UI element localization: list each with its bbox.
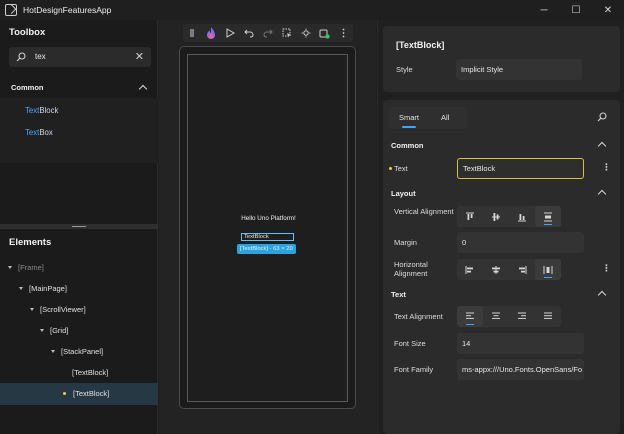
toolbox-item-textblock[interactable]: TextBlock — [25, 106, 58, 115]
style-field[interactable]: Implicit Style — [456, 59, 582, 80]
text-align-center-icon[interactable] — [483, 306, 509, 327]
tree-item-scrollviewer[interactable]: [ScrollViewer] — [30, 305, 86, 314]
expand-icon[interactable] — [40, 329, 44, 332]
tree-item-grid[interactable]: [Grid] — [40, 326, 68, 335]
align-left-icon[interactable] — [457, 259, 483, 280]
hot-design-flame-icon[interactable] — [202, 24, 221, 42]
tree-item-mainpage[interactable]: [MainPage] — [19, 284, 67, 293]
group-layout-header[interactable]: Layout — [391, 189, 416, 198]
modified-dot-icon — [389, 167, 392, 170]
preview-textblock-selected[interactable]: TextBlock — [241, 233, 294, 241]
font-size-label: Font Size — [394, 339, 426, 348]
align-bottom-icon[interactable] — [509, 206, 535, 227]
expand-icon[interactable] — [51, 350, 55, 353]
clear-search-icon[interactable]: ✕ — [135, 50, 144, 63]
section-label: Common — [11, 83, 44, 92]
tree-item-stackpanel[interactable]: [StackPanel] — [51, 347, 103, 356]
selected-dot-icon — [63, 392, 66, 395]
group-text-header[interactable]: Text — [391, 290, 406, 299]
search-input[interactable]: tex — [35, 52, 46, 61]
align-stretch-icon[interactable] — [535, 206, 561, 227]
properties-tabs: Smart All — [389, 107, 467, 129]
text-align-right-icon[interactable] — [509, 306, 535, 327]
text-align-justify-icon[interactable] — [535, 306, 561, 327]
tree-item-textblock[interactable]: [TextBlock] — [72, 368, 108, 377]
element-picker-icon[interactable] — [277, 24, 296, 42]
splitter-grip[interactable] — [72, 226, 86, 227]
property-search-icon[interactable] — [597, 112, 607, 122]
more-options-icon[interactable] — [334, 24, 353, 42]
status-icon[interactable] — [315, 24, 334, 42]
tab-active-indicator — [402, 126, 416, 128]
theme-toggle-icon[interactable] — [296, 24, 315, 42]
toolbox-section-common[interactable]: Common — [0, 78, 158, 98]
align-hstretch-icon[interactable] — [535, 259, 561, 280]
toolbox-item-textbox[interactable]: TextBox — [25, 128, 53, 137]
undo-icon[interactable] — [240, 24, 259, 42]
tree-item-frame[interactable]: [Frame] — [8, 263, 44, 272]
preview-hello-text[interactable]: Hello Uno Platform! — [188, 215, 349, 222]
horizontal-alignment-more-icon[interactable]: ⋮ — [602, 263, 611, 274]
tab-all[interactable]: All — [441, 107, 449, 129]
vertical-alignment-selector — [457, 206, 561, 227]
close-button[interactable]: ✕ — [592, 0, 624, 20]
align-right-icon[interactable] — [509, 259, 535, 280]
maximize-button[interactable]: ☐ — [560, 0, 592, 20]
app-icon — [5, 4, 17, 16]
search-icon — [16, 52, 26, 62]
panel-splitter[interactable] — [0, 224, 158, 229]
window-title: HotDesignFeaturesApp — [23, 5, 112, 15]
play-icon[interactable] — [221, 24, 240, 42]
selection-size-badge: [TextBlock] - 63 × 20 — [237, 244, 296, 254]
align-center-icon[interactable] — [483, 206, 509, 227]
expand-icon[interactable] — [8, 266, 12, 269]
left-panel: Toolbox tex ✕ Common TextBlock TextBox E… — [0, 20, 158, 434]
text-align-left-icon[interactable] — [457, 306, 483, 327]
font-family-field[interactable]: ms-appx:///Uno.Fonts.OpenSans/Fo — [457, 359, 584, 380]
title-bar: HotDesignFeaturesApp ─ ☐ ✕ — [0, 0, 624, 20]
text-label: Text — [394, 164, 408, 173]
minimize-button[interactable]: ─ — [528, 0, 560, 20]
style-label: Style — [396, 65, 413, 74]
redo-icon[interactable] — [259, 24, 278, 42]
text-alignment-selector — [457, 306, 561, 327]
selected-element-title: [TextBlock] — [396, 40, 445, 50]
drag-handle-icon[interactable] — [183, 24, 202, 42]
align-top-icon[interactable] — [457, 206, 483, 227]
horizontal-alignment-selector — [457, 259, 561, 280]
properties-header-card: [TextBlock] Style Implicit Style — [383, 26, 620, 92]
app-preview-screen: Hello Uno Platform! TextBlock [TextBlock… — [187, 54, 348, 402]
elements-title: Elements — [9, 237, 52, 248]
expand-icon[interactable] — [30, 308, 34, 311]
chevron-up-icon[interactable] — [138, 84, 148, 94]
expand-icon[interactable] — [19, 287, 23, 290]
device-frame: Hello Uno Platform! TextBlock [TextBlock… — [179, 46, 356, 409]
text-field[interactable]: TextBlock — [457, 158, 584, 179]
font-family-label: Font Family — [394, 365, 434, 374]
align-hcenter-icon[interactable] — [483, 259, 509, 280]
margin-label: Margin — [394, 238, 417, 247]
window-controls: ─ ☐ ✕ — [528, 0, 624, 20]
text-more-icon[interactable]: ⋮ — [602, 162, 611, 173]
text-alignment-label: Text Alignment — [394, 312, 443, 321]
group-common-header[interactable]: Common — [391, 141, 424, 150]
vertical-alignment-label: Vertical Alignment — [394, 207, 454, 216]
properties-panel: [TextBlock] Style Implicit Style Smart A… — [377, 20, 624, 434]
toolbox-list: TextBlock TextBox — [0, 98, 158, 163]
font-size-field[interactable]: 14 — [457, 333, 584, 354]
horizontal-alignment-label: Horizontal Alignment — [394, 260, 428, 278]
toolbox-title: Toolbox — [9, 27, 46, 38]
toolbox-search[interactable]: tex ✕ — [9, 47, 151, 67]
margin-field[interactable]: 0 — [457, 232, 584, 253]
canvas-toolbar — [183, 24, 353, 42]
design-canvas: Hello Uno Platform! TextBlock [TextBlock… — [159, 20, 376, 434]
tree-item-textblock-selected[interactable]: [TextBlock] — [63, 389, 109, 398]
